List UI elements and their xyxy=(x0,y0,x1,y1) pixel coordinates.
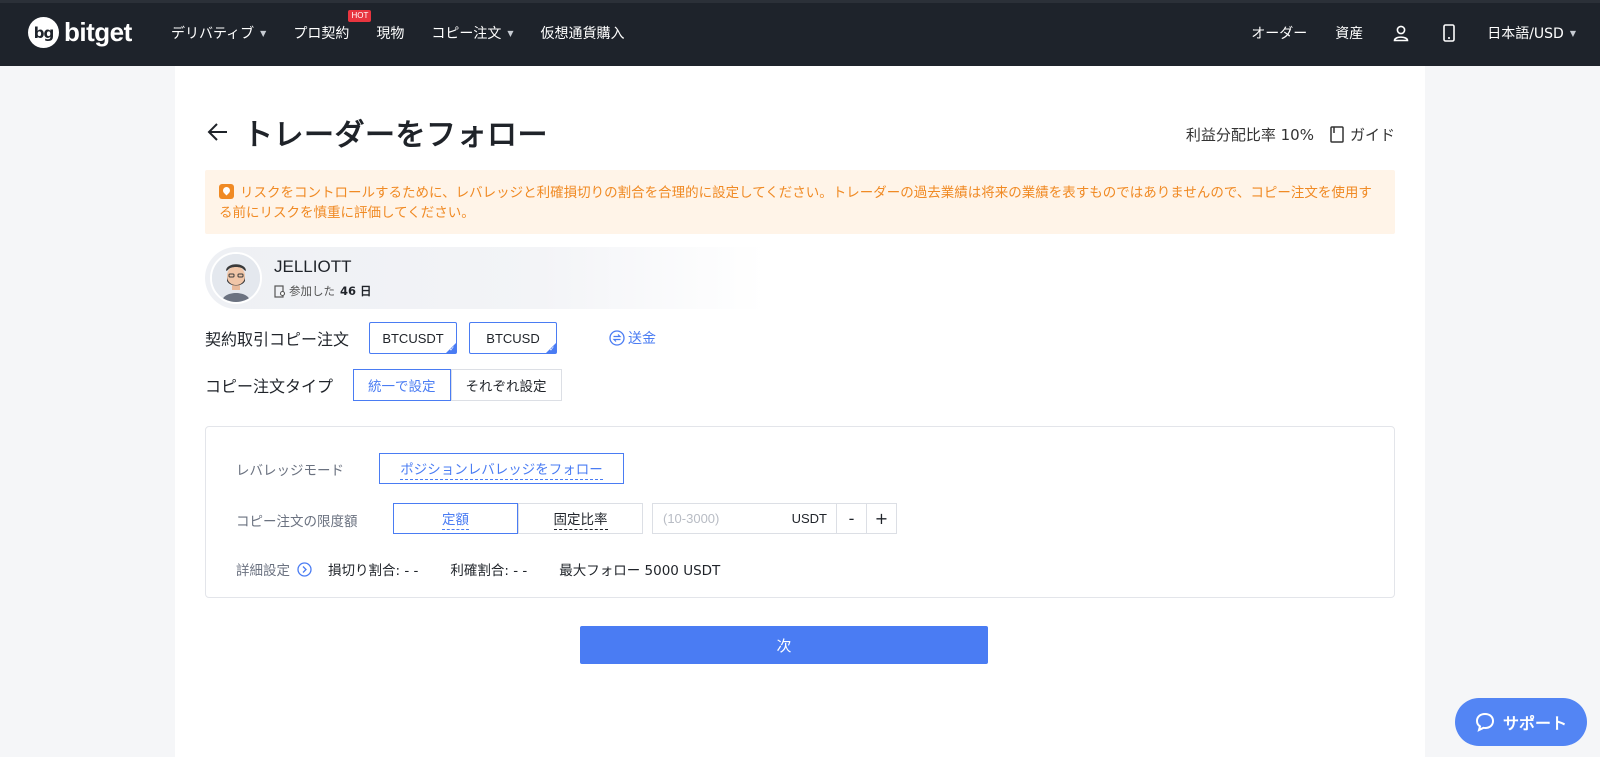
nav-assets[interactable]: 資産 xyxy=(1335,23,1363,43)
risk-warning: リスクをコントロールするために、レバレッジと利確損切りの割合を合理的に設定してく… xyxy=(205,170,1395,234)
nav-buy-crypto-label: 仮想通貨購入 xyxy=(540,26,625,42)
user-icon[interactable] xyxy=(1391,23,1411,43)
nav-spot[interactable]: 現物 xyxy=(376,23,404,43)
transfer-label: 送金 xyxy=(628,331,657,347)
contract-row: 契約取引コピー注文 BTCUSDT ✓ BTCUSD ✓ 送金 xyxy=(205,322,656,354)
copy-type-individual[interactable]: それぞれ設定 xyxy=(450,369,562,401)
main-nav: デリバティブ ▼ プロ契約 HOT 現物 コピー注文 ▼ 仮想通貨購入 xyxy=(171,10,651,43)
avatar xyxy=(210,252,262,304)
leverage-value: ポジションレバレッジをフォロー xyxy=(400,458,603,480)
chevron-down-icon: ▼ xyxy=(507,28,514,38)
language-selector[interactable]: 日本語/USD ▼ xyxy=(1487,23,1576,43)
profit-share-ratio: 利益分配比率 10% xyxy=(1185,126,1314,144)
back-arrow-icon[interactable] xyxy=(205,119,231,145)
limit-type-selector: 定額 固定比率 xyxy=(393,503,643,534)
copy-type-row: コピー注文タイプ 統一で設定 それぞれ設定 xyxy=(205,369,562,401)
chevron-right-circle-icon xyxy=(297,561,312,577)
chat-bubble-icon xyxy=(1475,712,1494,732)
top-navbar: bg bitget デリバティブ ▼ プロ契約 HOT 現物 コピー注文 ▼ 仮… xyxy=(0,0,1600,66)
nav-orders[interactable]: オーダー xyxy=(1251,23,1307,43)
copy-type-label: コピー注文タイプ xyxy=(205,377,334,396)
pair-btcusdt[interactable]: BTCUSDT ✓ xyxy=(369,322,458,354)
transfer-icon xyxy=(609,330,625,346)
chevron-down-icon: ▼ xyxy=(260,28,267,38)
language-label: 日本語/USD xyxy=(1487,26,1564,42)
decrement-button[interactable]: - xyxy=(836,504,866,533)
take-profit-ratio: 利確割合: - - xyxy=(450,563,528,579)
advanced-settings-label: 詳細設定 xyxy=(236,563,290,579)
nav-copy-trading-label: コピー注文 xyxy=(431,26,502,42)
nav-derivatives[interactable]: デリバティブ ▼ xyxy=(171,23,266,43)
joined-prefix: 参加した xyxy=(289,284,335,298)
copy-type-unified[interactable]: 統一で設定 xyxy=(353,369,451,401)
advanced-settings-row: 詳細設定 損切り割合: - - 利確割合: - - 最大フォロー 5000 US… xyxy=(236,559,720,579)
amount-input[interactable] xyxy=(653,504,783,533)
warning-icon xyxy=(219,184,234,199)
calendar-user-icon xyxy=(274,284,286,298)
nav-spot-label: 現物 xyxy=(376,26,405,42)
pair-label: BTCUSDT xyxy=(382,330,444,346)
logo-text: bitget xyxy=(64,17,132,47)
nav-right: オーダー 資産 日本語/USD ▼ xyxy=(1223,23,1576,43)
logo-mark: bg xyxy=(28,17,59,48)
pair-btcusd[interactable]: BTCUSD ✓ xyxy=(469,322,558,354)
top-right-info: 利益分配比率 10% ガイド xyxy=(1186,124,1395,145)
amount-unit: USDT xyxy=(791,511,827,526)
leverage-mode-label: レバレッジモード xyxy=(236,463,344,479)
nav-buy-crypto[interactable]: 仮想通貨購入 xyxy=(540,23,624,43)
trader-joined: 参加した 46 日 xyxy=(274,283,372,299)
trader-name: JELLIOTT xyxy=(274,257,352,276)
stop-loss-ratio: 損切り割合: - - xyxy=(328,563,419,579)
next-button[interactable]: 次 xyxy=(580,626,988,664)
mobile-icon[interactable] xyxy=(1439,23,1459,43)
limit-fixed-ratio[interactable]: 固定比率 xyxy=(518,503,643,534)
nav-pro-contract[interactable]: プロ契約 HOT xyxy=(293,10,372,43)
nav-copy-trading[interactable]: コピー注文 ▼ xyxy=(431,23,513,43)
guide-label: ガイド xyxy=(1349,126,1395,144)
check-icon: ✓ xyxy=(449,346,456,353)
check-icon: ✓ xyxy=(549,346,556,353)
trader-card: JELLIOTT 参加した 46 日 xyxy=(205,247,765,309)
joined-days: 46 日 xyxy=(340,284,372,298)
support-label: サポート xyxy=(1502,714,1567,733)
main-card: トレーダーをフォロー 利益分配比率 10% ガイド リスクをコントロールするため… xyxy=(175,66,1425,757)
chevron-down-icon: ▼ xyxy=(1569,28,1576,38)
copy-limit-label: コピー注文の限度額 xyxy=(236,514,358,530)
increment-button[interactable]: + xyxy=(866,504,896,533)
advanced-settings-toggle[interactable]: 詳細設定 xyxy=(236,559,312,579)
limit-fixed-amount[interactable]: 定額 xyxy=(393,503,518,534)
warning-text: リスクをコントロールするために、レバレッジと利確損切りの割合を合理的に設定してく… xyxy=(219,185,1372,221)
limit-fixed-amount-label: 定額 xyxy=(442,508,469,530)
hot-badge: HOT xyxy=(348,10,372,22)
nav-derivatives-label: デリバティブ xyxy=(171,26,255,42)
trader-info: JELLIOTT 参加した 46 日 xyxy=(274,257,372,299)
leverage-follow-button[interactable]: ポジションレバレッジをフォロー xyxy=(379,453,624,484)
guide-link[interactable]: ガイド xyxy=(1330,124,1395,145)
nav-pro-contract-label: プロ契約 xyxy=(293,26,350,42)
amount-field: USDT - + xyxy=(652,503,897,534)
bitget-logo[interactable]: bg bitget xyxy=(28,17,132,48)
page-title: トレーダーをフォロー xyxy=(243,118,548,153)
settings-panel: レバレッジモード ポジションレバレッジをフォロー コピー注文の限度額 定額 固定… xyxy=(205,426,1395,598)
book-icon xyxy=(1330,126,1344,143)
pair-label: BTCUSD xyxy=(486,330,540,346)
limit-fixed-ratio-label: 固定比率 xyxy=(553,508,608,530)
support-button[interactable]: サポート xyxy=(1455,698,1587,746)
title-row: トレーダーをフォロー xyxy=(205,110,548,154)
contract-label: 契約取引コピー注文 xyxy=(205,330,350,349)
transfer-link[interactable]: 送金 xyxy=(609,328,656,348)
max-follow: 最大フォロー 5000 USDT xyxy=(559,563,721,579)
copy-type-selector: 統一で設定 それぞれ設定 xyxy=(353,369,562,401)
